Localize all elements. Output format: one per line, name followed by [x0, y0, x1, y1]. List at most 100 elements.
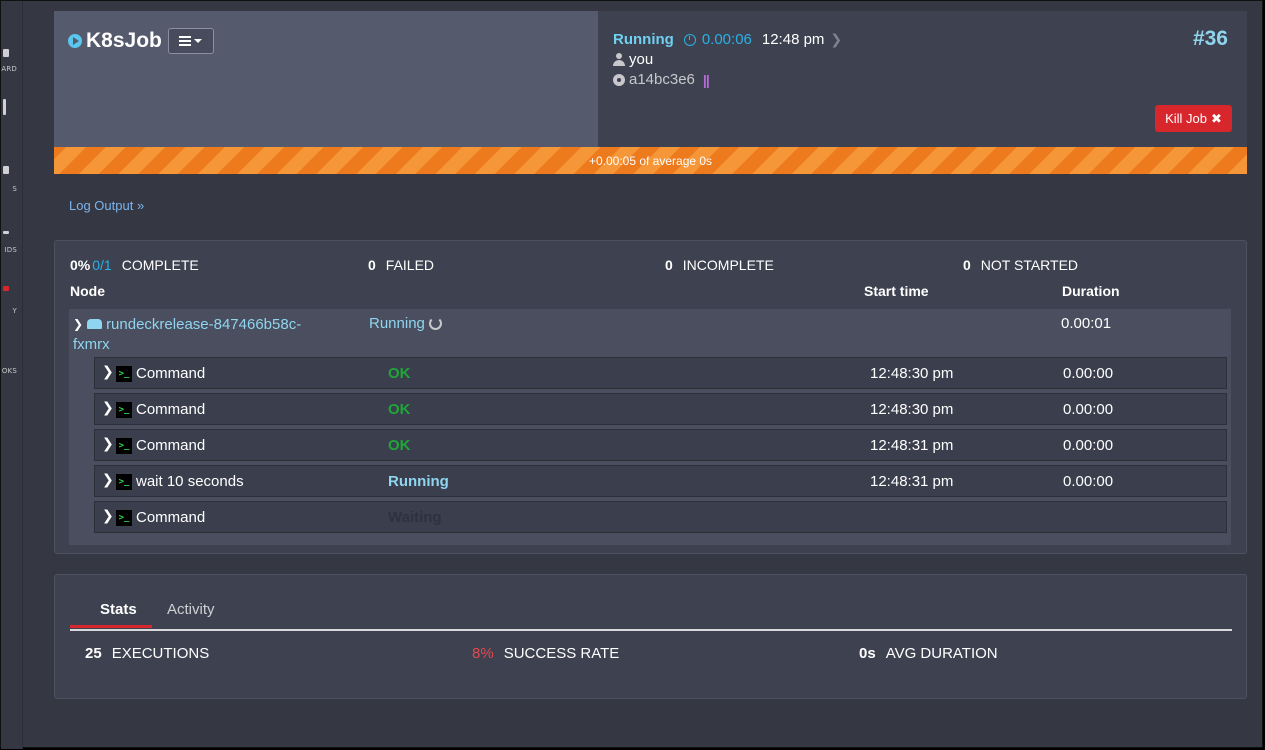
incomplete-count: 0 — [665, 257, 673, 273]
step-name: Command — [136, 437, 206, 454]
tab-stats[interactable]: Stats — [100, 601, 137, 618]
chevron-right-icon[interactable]: ❯ — [830, 31, 842, 48]
progress-text: +0.00:05 of average 0s — [588, 153, 713, 168]
app-frame: ARD S IDS Y OKS K8sJob Running 0.00:06 1… — [0, 0, 1263, 749]
jobs-icon[interactable] — [3, 99, 6, 115]
step-row[interactable]: ❯ >_ Command OK 12:48:30 pm 0.00:00 — [94, 357, 1227, 389]
step-status: Running — [388, 473, 449, 490]
column-header-duration: Duration — [1062, 283, 1120, 299]
step-duration: 0.00:00 — [1063, 401, 1114, 418]
column-header-start-time: Start time — [864, 283, 929, 299]
close-icon: ✖ — [1211, 110, 1222, 126]
sidenav-item-dashboard[interactable]: ARD — [1, 65, 23, 73]
step-status: OK — [388, 401, 411, 418]
chevron-right-icon[interactable]: ❯ — [102, 363, 114, 380]
executions-label: EXECUTIONS — [111, 645, 210, 662]
progress-bar: +0.00:05 of average 0s — [54, 147, 1247, 174]
job-info-panel: K8sJob — [54, 11, 598, 147]
complete-label: COMPLETE — [121, 257, 199, 273]
node-name-cell[interactable]: ❯ rundeckrelease-847466b58c- — [73, 315, 353, 335]
stat-avg-duration: 0s AVG DURATION — [859, 645, 998, 662]
sidenav-item-activity[interactable]: Y — [1, 307, 23, 315]
step-status: Waiting — [388, 509, 442, 526]
activity-icon[interactable] — [3, 286, 9, 291]
avg-duration-value: 0s — [859, 645, 876, 662]
executions-value: 25 — [85, 645, 102, 662]
sidenav-item-webhooks[interactable]: OKS — [1, 367, 23, 375]
complete-percent: 0% — [70, 257, 91, 273]
terminal-icon: >_ — [116, 402, 132, 418]
step-row[interactable]: ❯ >_ Command Waiting — [94, 501, 1227, 533]
step-duration: 0.00:00 — [1063, 365, 1114, 382]
dashboard-icon[interactable] — [3, 49, 9, 57]
success-rate-value: 8% — [472, 645, 494, 662]
terminal-icon: >_ — [116, 366, 132, 382]
node-execution-panel: 0% 0/1 COMPLETE 0 FAILED 0 INCOMPLETE 0 … — [54, 240, 1247, 554]
step-name: wait 10 seconds — [136, 473, 244, 490]
chevron-right-icon[interactable]: ❯ — [102, 507, 114, 524]
step-status: OK — [388, 437, 411, 454]
execution-user: you — [613, 51, 653, 68]
node-status-text: Running — [369, 315, 425, 332]
clock-icon — [683, 33, 696, 46]
user-icon — [613, 53, 625, 66]
stat-executions: 25 EXECUTIONS — [85, 645, 209, 662]
server-icon — [87, 319, 103, 329]
nodes-icon[interactable] — [3, 166, 9, 174]
node-name-line-1: rundeckrelease-847466b58c- — [106, 316, 302, 333]
terminal-icon: >_ — [116, 438, 132, 454]
execution-number[interactable]: #36 — [1193, 27, 1228, 51]
step-duration: 0.00:00 — [1063, 473, 1114, 490]
side-nav: ARD S IDS Y OKS — [1, 1, 23, 749]
commands-icon[interactable] — [3, 231, 9, 234]
step-start-time: 12:48:31 pm — [870, 437, 954, 454]
step-name: Command — [136, 401, 206, 418]
complete-fraction: 0/1 — [92, 257, 112, 273]
active-tab-indicator — [70, 625, 152, 628]
caret-down-icon — [194, 39, 203, 43]
success-rate-label: SUCCESS RATE — [503, 645, 620, 662]
chevron-down-icon[interactable]: ❯ — [73, 317, 83, 331]
incomplete-label: INCOMPLETE — [682, 257, 774, 273]
failed-count: 0 — [368, 257, 376, 273]
node-row: ❯ rundeckrelease-847466b58c- fxmrx Runni… — [69, 309, 1231, 545]
job-uuid: a14bc3e6 — [629, 71, 695, 88]
avg-duration-label: AVG DURATION — [885, 645, 998, 662]
chevron-right-icon[interactable]: ❯ — [102, 435, 114, 452]
node-name[interactable]: rundeckrelease-847466b58c- — [106, 315, 301, 335]
play-circle-icon — [68, 34, 82, 48]
cutlery-icon: || — [702, 71, 710, 88]
sidenav-item-nodes[interactable]: S — [1, 185, 23, 193]
terminal-icon: >_ — [116, 474, 132, 490]
job-stats-panel: Stats Activity 25 EXECUTIONS 8% SUCCESS … — [54, 574, 1247, 699]
step-duration: 0.00:00 — [1063, 437, 1114, 454]
job-title: K8sJob — [68, 28, 214, 54]
step-row[interactable]: ❯ >_ Command OK 12:48:31 pm 0.00:00 — [94, 429, 1227, 461]
terminal-icon: >_ — [116, 510, 132, 526]
execution-header: K8sJob Running 0.00:06 12:48 pm ❯ you a1… — [54, 11, 1247, 147]
step-row[interactable]: ❯ >_ Command OK 12:48:30 pm 0.00:00 — [94, 393, 1227, 425]
node-name-line-2[interactable]: fxmrx — [73, 335, 110, 355]
chevron-right-icon[interactable]: ❯ — [102, 399, 114, 416]
chevron-right-icon[interactable]: ❯ — [102, 471, 114, 488]
job-actions-menu-button[interactable] — [167, 28, 214, 54]
stats-tabs: Stats Activity — [70, 575, 1232, 631]
node-status: Running — [369, 315, 442, 332]
job-name-link[interactable]: K8sJob — [86, 29, 162, 53]
step-start-time: 12:48:30 pm — [870, 365, 954, 382]
step-name: Command — [136, 509, 206, 526]
step-start-time: 12:48:31 pm — [870, 473, 954, 490]
list-icon — [179, 36, 192, 46]
step-status: OK — [388, 365, 411, 382]
kill-job-button[interactable]: Kill Job ✖ — [1155, 105, 1232, 132]
stat-success-rate: 8% SUCCESS RATE — [472, 645, 619, 662]
sidenav-item-commands[interactable]: IDS — [1, 246, 23, 254]
step-name: Command — [136, 365, 206, 382]
log-output-link[interactable]: Log Output » — [69, 198, 144, 213]
step-start-time: 12:48:30 pm — [870, 401, 954, 418]
not-started-label: NOT STARTED — [980, 257, 1079, 273]
execution-status-line: Running 0.00:06 12:48 pm ❯ — [613, 31, 842, 48]
execution-start-time: 12:48 pm — [761, 31, 825, 48]
tab-activity[interactable]: Activity — [167, 601, 215, 618]
step-row[interactable]: ❯ >_ wait 10 seconds Running 12:48:31 pm… — [94, 465, 1227, 497]
